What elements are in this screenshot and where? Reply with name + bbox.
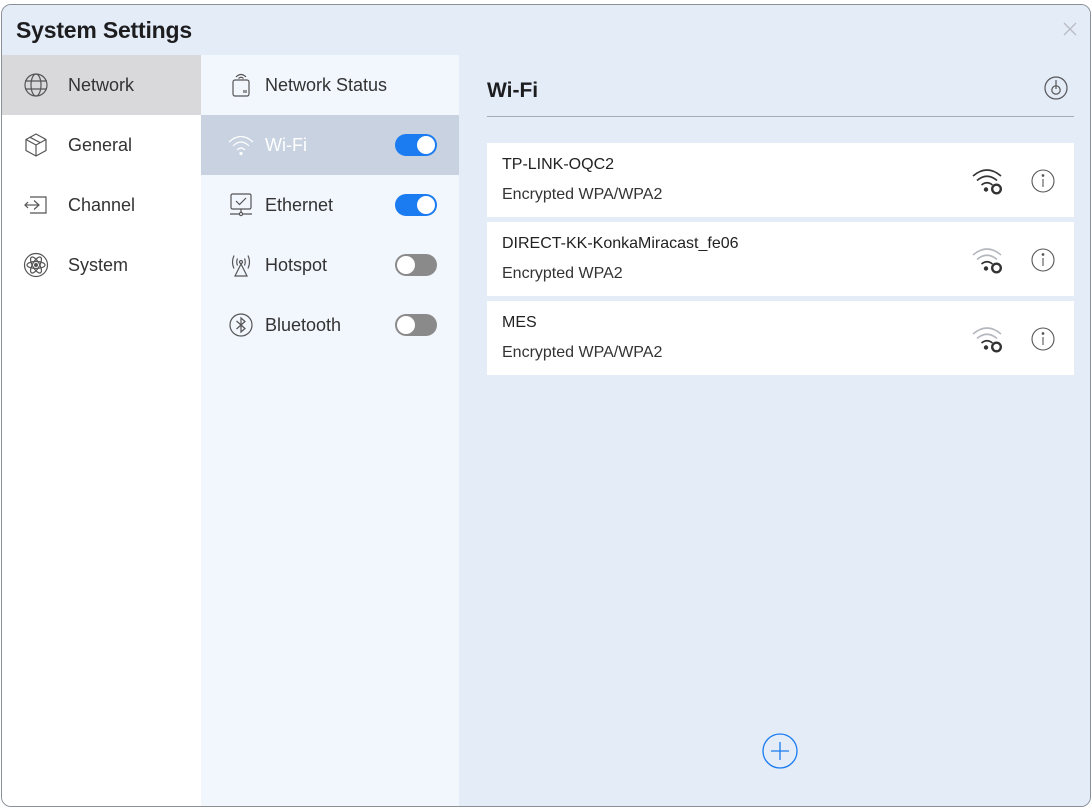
hotspot-toggle[interactable]: [395, 254, 437, 276]
nav-item-general[interactable]: General: [2, 115, 201, 175]
subnav-item-label: Bluetooth: [265, 314, 342, 335]
info-icon[interactable]: [1029, 167, 1057, 195]
toggle-knob: [417, 136, 435, 154]
close-icon[interactable]: [1060, 19, 1080, 39]
subnav-item-label: Hotspot: [265, 254, 328, 275]
panel-title: Wi-Fi: [487, 79, 539, 102]
toggle-knob: [417, 196, 435, 214]
subnav-item-label: Ethernet: [265, 194, 334, 215]
window-title: System Settings: [16, 17, 192, 43]
network-name: MES: [502, 314, 537, 331]
wifi-signal-locked-icon: [972, 248, 1003, 274]
atom-icon: [23, 252, 49, 278]
scan-refresh-icon[interactable]: [1043, 75, 1069, 101]
subnav-item-bluetooth[interactable]: Bluetooth: [201, 295, 459, 355]
add-network-icon[interactable]: [761, 732, 799, 770]
divider: [487, 116, 1074, 117]
subnav-item-wifi[interactable]: Wi-Fi: [201, 115, 459, 175]
network-name: DIRECT-KK-KonkaMiracast_fe06: [502, 235, 739, 252]
toggle-knob: [397, 316, 415, 334]
nav-item-label: Channel: [68, 194, 136, 215]
subnav-item-label: Wi-Fi: [265, 134, 307, 155]
nav-item-network[interactable]: Network: [2, 55, 201, 115]
subnav-item-network-status[interactable]: Network Status: [201, 55, 459, 115]
nav-item-label: General: [68, 134, 133, 155]
input-source-icon: [24, 196, 47, 214]
system-settings-window: System Settings Network General Channel …: [1, 4, 1091, 807]
info-icon[interactable]: [1029, 246, 1057, 274]
router-icon: [232, 73, 250, 97]
network-name: TP-LINK-OQC2: [502, 156, 615, 173]
nav-item-label: Network: [68, 74, 135, 95]
nav-item-label: System: [68, 254, 129, 275]
wifi-toggle[interactable]: [395, 134, 437, 156]
network-security: Encrypted WPA/WPA2: [502, 186, 663, 203]
globe-icon: [24, 73, 48, 97]
subnav-item-label: Network Status: [265, 74, 388, 95]
ethernet-toggle[interactable]: [395, 194, 437, 216]
cube-icon: [25, 133, 47, 157]
nav-item-system[interactable]: System: [2, 235, 201, 295]
wifi-signal-locked-icon: [972, 169, 1003, 195]
secondary-nav: Network Status Wi-Fi Ethernet Hotspot Bl…: [201, 55, 459, 806]
network-security: Encrypted WPA2: [502, 265, 623, 282]
wifi-network-row[interactable]: MES Encrypted WPA/WPA2: [487, 301, 1074, 375]
primary-nav: Network General Channel System: [2, 55, 201, 806]
network-security: Encrypted WPA/WPA2: [502, 344, 663, 361]
info-icon[interactable]: [1029, 325, 1057, 353]
wifi-network-row[interactable]: TP-LINK-OQC2 Encrypted WPA/WPA2: [487, 143, 1074, 217]
bluetooth-icon: [229, 313, 253, 337]
wifi-icon: [228, 135, 254, 156]
title-bar: System Settings: [2, 5, 1090, 55]
wifi-network-row[interactable]: DIRECT-KK-KonkaMiracast_fe06 Encrypted W…: [487, 222, 1074, 296]
toggle-knob: [397, 256, 415, 274]
bluetooth-toggle[interactable]: [395, 314, 437, 336]
subnav-item-ethernet[interactable]: Ethernet: [201, 175, 459, 235]
hotspot-icon: [231, 255, 251, 277]
wifi-panel: Wi-Fi TP-LINK-OQC2 Encrypted WPA/WPA2 DI…: [459, 55, 1090, 806]
nav-item-channel[interactable]: Channel: [2, 175, 201, 235]
wifi-signal-locked-icon: [972, 327, 1003, 353]
ethernet-icon: [230, 193, 252, 217]
subnav-item-hotspot[interactable]: Hotspot: [201, 235, 459, 295]
